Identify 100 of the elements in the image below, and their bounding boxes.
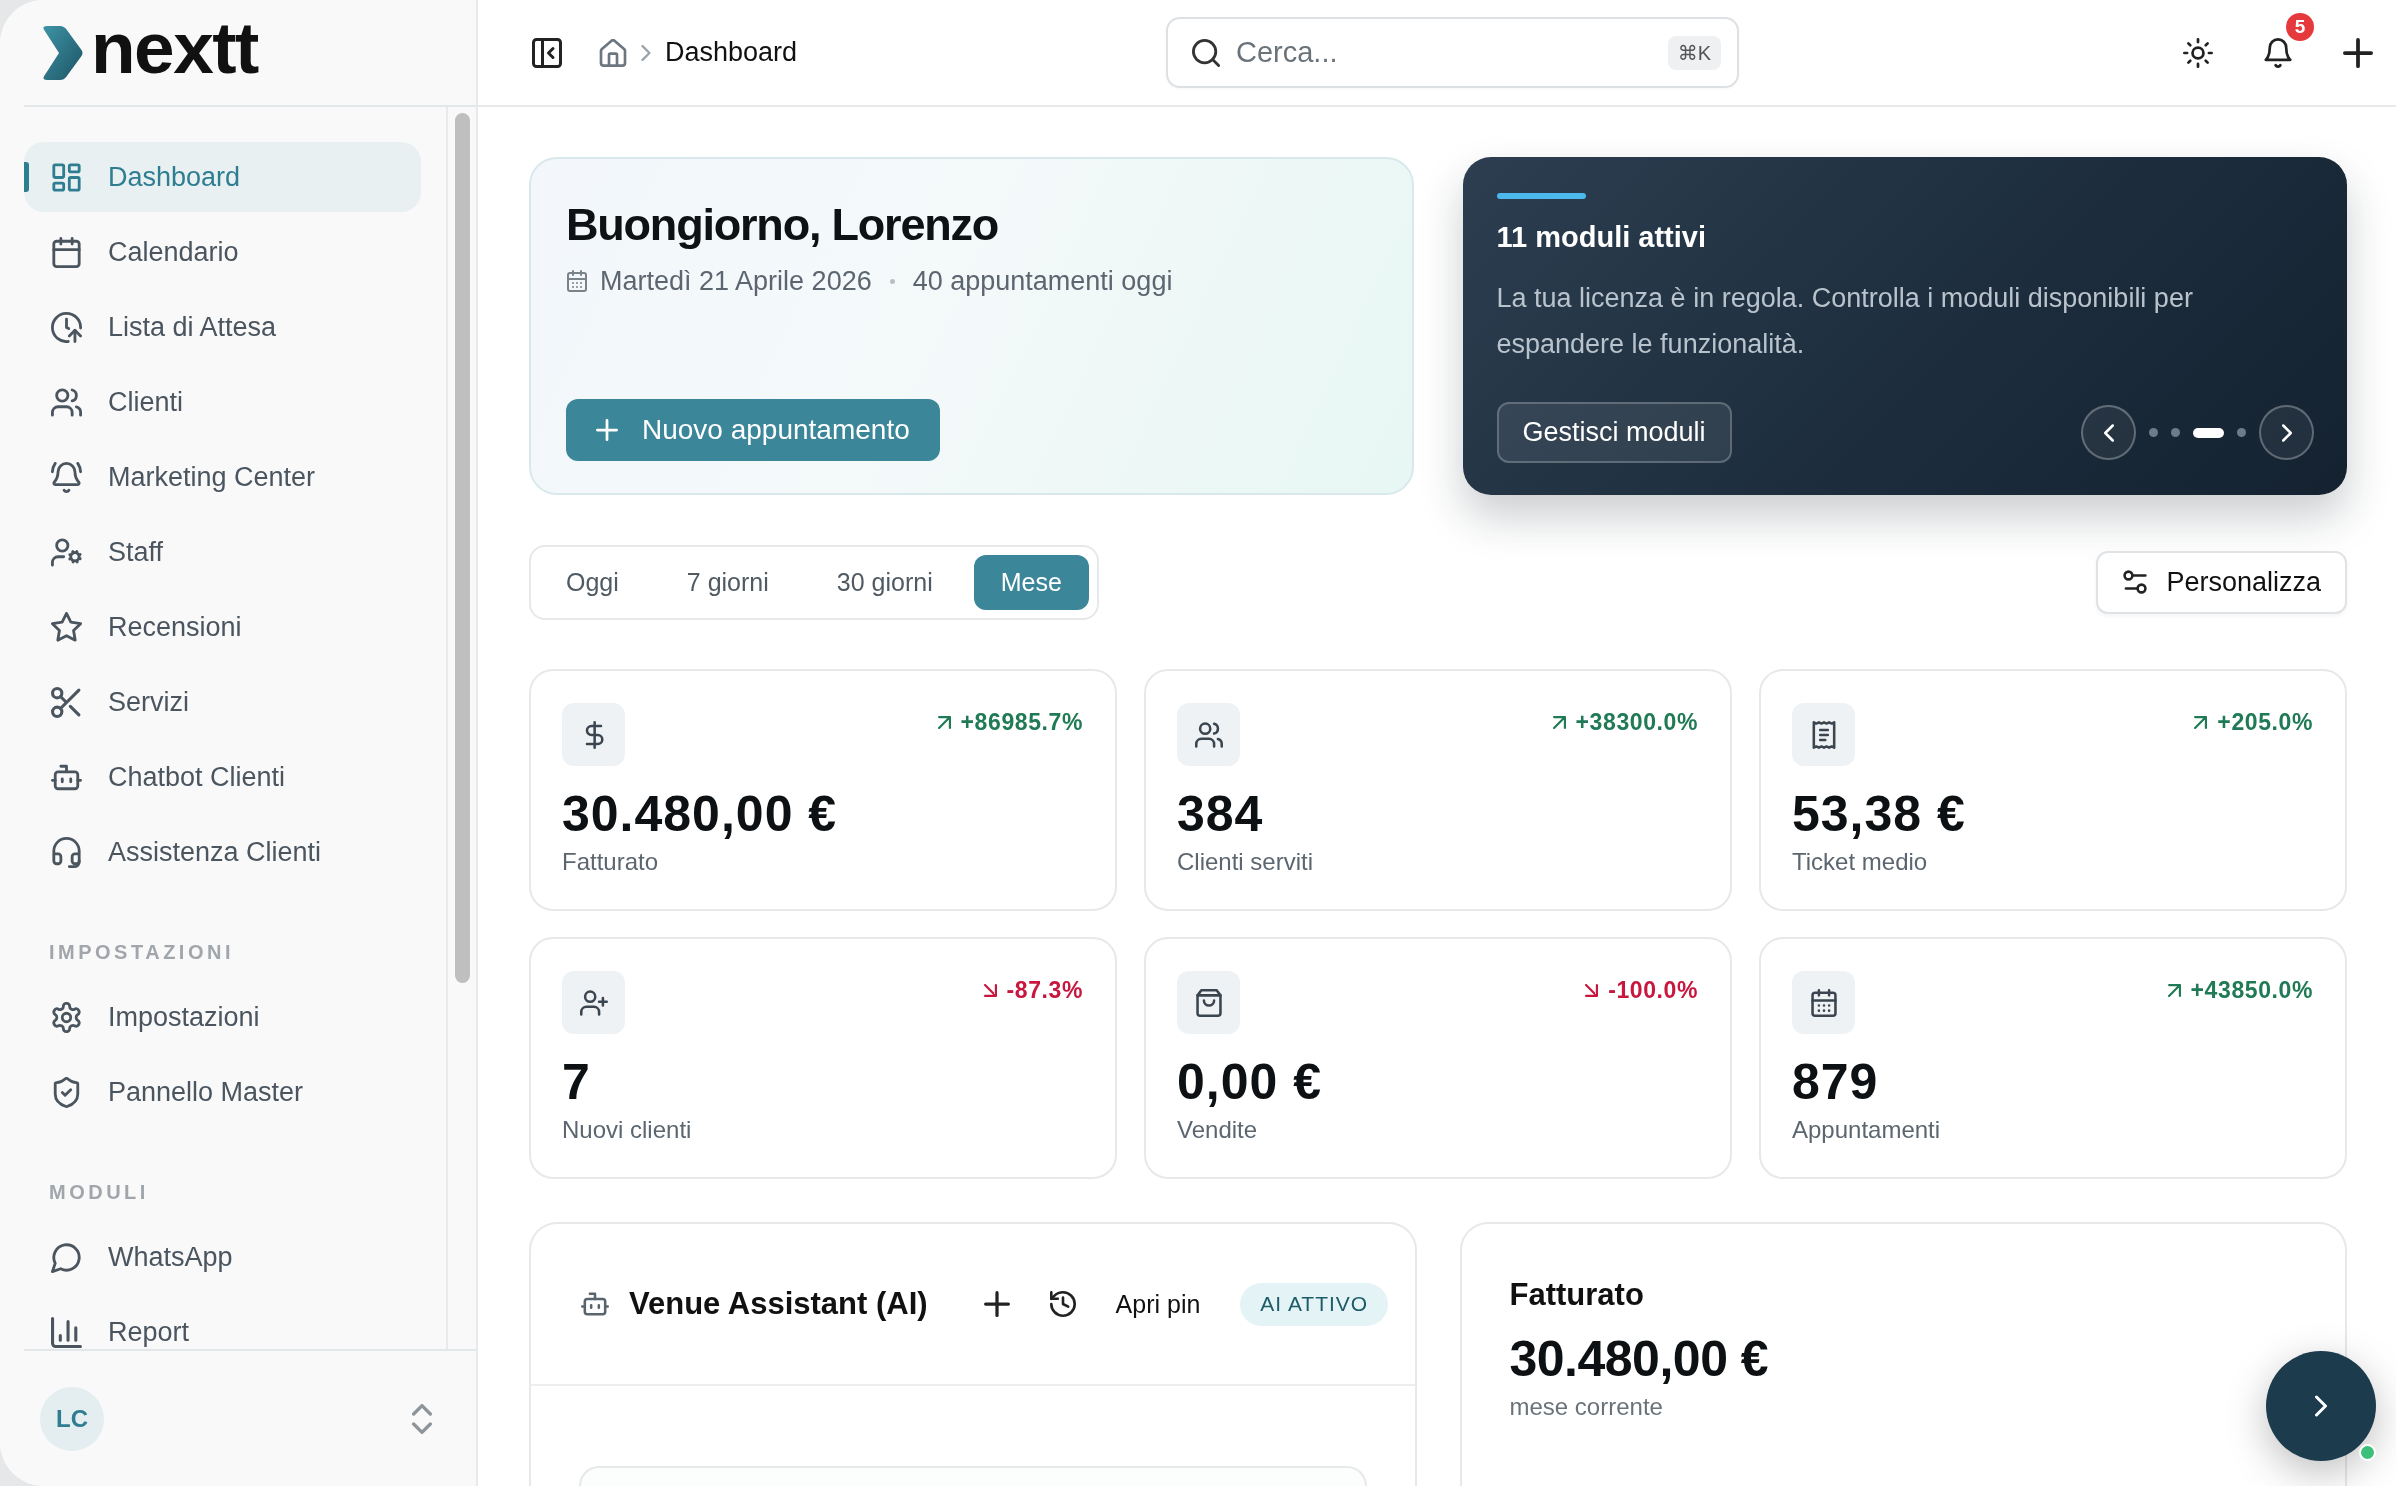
users-icon bbox=[51, 386, 82, 418]
carousel-dot[interactable] bbox=[2237, 428, 2246, 437]
sidebar-item[interactable]: Lista di Attesa bbox=[24, 292, 421, 362]
change-percent: -100.0% bbox=[1608, 977, 1698, 1004]
revenue-caption: mese corrente bbox=[1509, 1393, 1664, 1421]
stat-label: Ticket medio bbox=[1792, 848, 1929, 876]
sidebar-item[interactable]: Report bbox=[24, 1297, 421, 1349]
carousel-dot[interactable] bbox=[2171, 428, 2180, 437]
calendar-icon bbox=[566, 270, 588, 292]
plus-icon[interactable] bbox=[983, 1291, 1010, 1317]
chevron-right-icon bbox=[641, 44, 651, 61]
assistant-title: Venue Assistant (AI) bbox=[629, 1286, 928, 1322]
change-percent: -87.3% bbox=[1006, 977, 1083, 1004]
customize-button[interactable]: Personalizza bbox=[2096, 550, 2347, 614]
sliders-icon bbox=[2122, 569, 2149, 595]
search-icon bbox=[1192, 38, 1220, 67]
period-tab[interactable]: Oggi bbox=[539, 554, 646, 610]
stat-value: 879 bbox=[1792, 1054, 1880, 1110]
calendar-icon bbox=[1792, 971, 1855, 1034]
stat-value: 30.480,00 € bbox=[562, 786, 839, 842]
sidebar-item[interactable]: Chatbot Clienti bbox=[24, 742, 421, 812]
dot-icon bbox=[889, 278, 895, 284]
sidebar-item[interactable]: WhatsApp bbox=[24, 1222, 421, 1292]
appointments-count: 40 appuntamenti oggi bbox=[912, 265, 1173, 297]
open-pin-button[interactable]: Apri pin bbox=[1115, 1289, 1201, 1319]
sidebar-item[interactable]: Clienti bbox=[24, 367, 421, 437]
sidebar-item[interactable]: Pannello Master bbox=[24, 1057, 421, 1127]
revenue-title: Fatturato bbox=[1509, 1278, 1645, 1312]
bar-chart-icon bbox=[51, 1316, 82, 1348]
shield-check-icon bbox=[51, 1076, 82, 1108]
scissors-icon bbox=[51, 686, 82, 718]
change-percent: +43850.0% bbox=[2190, 977, 2313, 1004]
stat-label: Nuovi clienti bbox=[562, 1116, 693, 1144]
sidebar-item[interactable]: Impostazioni bbox=[24, 982, 421, 1052]
stat-label: Fatturato bbox=[562, 848, 660, 876]
sidebar-item[interactable]: Calendario bbox=[24, 217, 421, 287]
plus-icon bbox=[596, 419, 618, 441]
stat-label: Vendite bbox=[1177, 1116, 1259, 1144]
period-tab[interactable]: 7 giorni bbox=[659, 554, 796, 610]
greeting-title: Buongiorno, Lorenzo bbox=[566, 199, 999, 251]
headset-icon bbox=[51, 836, 82, 868]
dollar-icon bbox=[562, 703, 625, 766]
calendar-icon bbox=[51, 236, 82, 268]
stat-value: 384 bbox=[1177, 786, 1265, 842]
home-icon[interactable] bbox=[599, 38, 627, 67]
stat-value: 7 bbox=[562, 1054, 592, 1110]
search-field[interactable]: Cerca... bbox=[1236, 30, 1652, 75]
stat-value: 0,00 € bbox=[1177, 1054, 1323, 1110]
sidebar-item[interactable]: Recensioni bbox=[24, 592, 421, 662]
sidebar-item[interactable]: Staff bbox=[24, 517, 421, 587]
chevron-right-icon bbox=[2315, 1395, 2327, 1417]
logo-text: nextt bbox=[91, 11, 258, 84]
sidebar-item[interactable]: Marketing Center bbox=[24, 442, 421, 512]
robot-icon bbox=[581, 1291, 609, 1317]
users-icon bbox=[1177, 703, 1240, 766]
ai-status-label: AI ATTIVO bbox=[1240, 1282, 1389, 1326]
user-avatar[interactable]: LC bbox=[40, 1386, 104, 1451]
chevron-logo-icon bbox=[41, 25, 83, 80]
sidebar-item[interactable]: Dashboard bbox=[24, 142, 421, 212]
sidebar-item[interactable]: Assistenza Clienti bbox=[24, 817, 421, 887]
stat-label: Appuntamenti bbox=[1792, 1116, 1942, 1144]
history-icon[interactable] bbox=[1049, 1291, 1076, 1317]
plus-icon[interactable] bbox=[2343, 37, 2373, 68]
change-percent: +205.0% bbox=[2217, 709, 2313, 736]
previous-slide-button[interactable] bbox=[2081, 405, 2136, 460]
change-percent: +38300.0% bbox=[1575, 709, 1698, 736]
breadcrumb-current: Dashboard bbox=[665, 37, 798, 68]
manage-modules-button[interactable]: Gestisci moduli bbox=[1496, 402, 1732, 463]
shopping-bag-icon bbox=[1177, 971, 1240, 1034]
revenue-value: 30.480,00 € bbox=[1509, 1331, 1770, 1387]
clock-arrow-icon bbox=[51, 311, 82, 343]
search-bar[interactable]: Cerca... ⌘K bbox=[1166, 17, 1739, 88]
scrollbar-thumb[interactable] bbox=[455, 113, 470, 983]
carousel-dot[interactable] bbox=[2149, 428, 2158, 437]
sun-icon[interactable] bbox=[2183, 37, 2213, 68]
chat-bubble-icon bbox=[51, 1241, 82, 1273]
period-tab[interactable]: Mese bbox=[973, 554, 1089, 610]
grid-icon bbox=[51, 161, 82, 193]
stat-value: 53,38 € bbox=[1792, 786, 1967, 842]
sidebar-item[interactable]: Servizi bbox=[24, 667, 421, 737]
period-tab[interactable]: 30 giorni bbox=[809, 554, 960, 610]
chevron-left-icon bbox=[2103, 423, 2114, 442]
next-slide-button[interactable] bbox=[2259, 405, 2314, 460]
user-plus-icon bbox=[562, 971, 625, 1034]
keyboard-shortcut: ⌘K bbox=[1667, 35, 1721, 70]
section-heading: MODULI bbox=[49, 1180, 150, 1204]
new-appointment-button[interactable]: Nuovo appuntamento bbox=[566, 399, 940, 461]
date-text: Martedì 21 Aprile 2026 bbox=[600, 265, 872, 297]
chevron-up-down-icon[interactable] bbox=[412, 1403, 432, 1434]
section-heading: IMPOSTAZIONI bbox=[49, 940, 235, 964]
star-icon bbox=[51, 611, 82, 643]
bell-ring-icon bbox=[51, 461, 82, 493]
sidebar-toggle-icon[interactable] bbox=[532, 37, 562, 68]
stat-label: Clienti serviti bbox=[1177, 848, 1315, 876]
bell-icon[interactable] bbox=[2263, 37, 2293, 68]
chevron-right-icon bbox=[2281, 423, 2292, 442]
user-gear-icon bbox=[51, 536, 82, 568]
change-percent: +86985.7% bbox=[960, 709, 1083, 736]
modules-description: La tua licenza è in regola. Controlla i moduli disponibili per espandere le funzionalità. bbox=[1496, 282, 2194, 361]
receipt-icon bbox=[1792, 703, 1855, 766]
